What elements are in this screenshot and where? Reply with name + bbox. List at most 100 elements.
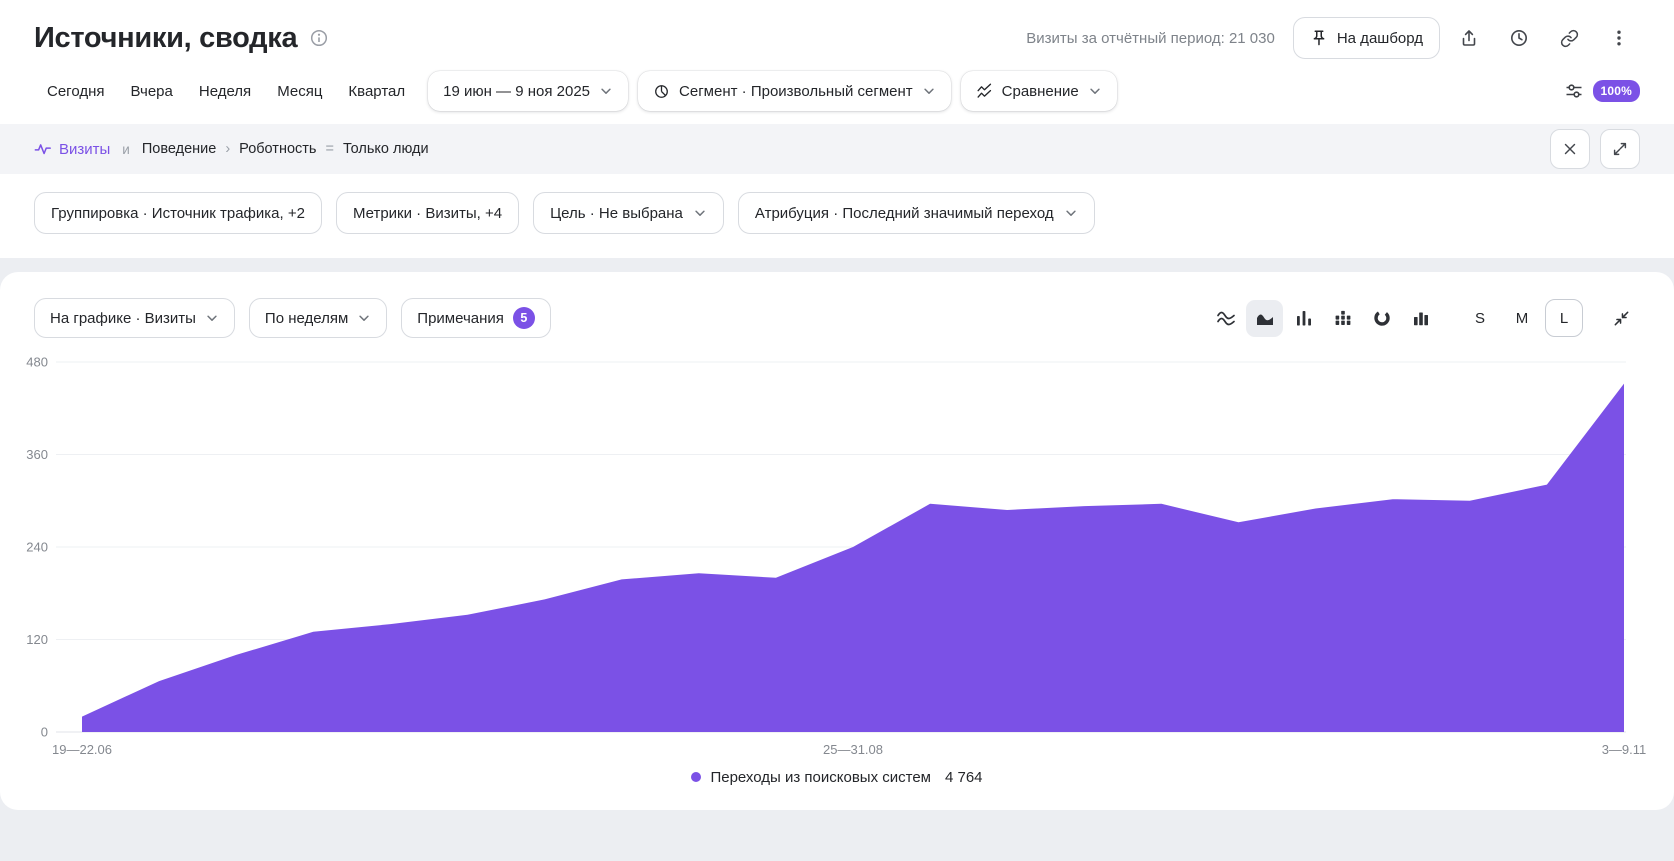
- filter-bar-actions: [1550, 129, 1640, 169]
- pulse-icon: [34, 140, 52, 158]
- bar-chart-icon: [1294, 308, 1314, 328]
- sampling-button[interactable]: 100%: [1564, 80, 1641, 102]
- legend-label: Переходы из поисковых систем: [710, 769, 931, 786]
- size-s-button[interactable]: S: [1461, 299, 1499, 337]
- granularity-dropdown[interactable]: По неделям: [249, 298, 387, 338]
- attribution-chip[interactable]: Атрибуция · Последний значимый переход: [738, 192, 1095, 234]
- filter-conjunction: и: [122, 142, 130, 157]
- filter-bar: Визиты и Поведение › Роботность = Только…: [0, 124, 1674, 174]
- svg-text:0: 0: [41, 725, 48, 740]
- close-filter-button[interactable]: [1550, 129, 1590, 169]
- chart-widget-card: На графике · Визиты По неделям Примечани…: [0, 272, 1674, 810]
- stacked-mode-button[interactable]: [1324, 300, 1361, 337]
- share-icon: [1459, 28, 1479, 48]
- filter-separator: ›: [225, 141, 230, 157]
- visits-metric-link[interactable]: Визиты: [34, 140, 110, 158]
- filter-condition[interactable]: Поведение › Роботность = Только люди: [142, 141, 429, 157]
- bars-mode-button[interactable]: [1285, 300, 1322, 337]
- collapse-icon: [1612, 309, 1631, 328]
- chevron-down-icon: [693, 206, 707, 220]
- visits-period-summary: Визиты за отчётный период: 21 030: [1026, 30, 1275, 47]
- copy-link-icon: [1560, 29, 1579, 48]
- expand-icon: [1611, 140, 1629, 158]
- dashboard-button[interactable]: На дашборд: [1293, 17, 1440, 59]
- traffic-area-chart[interactable]: 012024036048019—22.0625—31.083—9.11: [0, 340, 1674, 760]
- chevron-down-icon: [1064, 206, 1078, 220]
- notes-label: Примечания: [417, 310, 504, 327]
- size-m-button[interactable]: M: [1503, 299, 1541, 337]
- area-mode-button[interactable]: [1246, 300, 1283, 337]
- goal-chip-label: Цель · Не выбрана: [550, 205, 683, 222]
- filter-attribute: Роботность: [239, 141, 316, 157]
- legend-item-search-traffic[interactable]: Переходы из поисковых систем 4 764: [691, 769, 982, 786]
- metrics-chip-label: Метрики · Визиты, +4: [353, 205, 502, 222]
- title-info-button[interactable]: [309, 28, 329, 48]
- chart-toolbar: На графике · Визиты По неделям Примечани…: [0, 272, 1674, 338]
- tab-month[interactable]: Месяц: [264, 73, 335, 110]
- svg-text:3—9.11: 3—9.11: [1602, 742, 1647, 757]
- info-icon: [309, 28, 329, 48]
- close-icon: [1561, 140, 1579, 158]
- tab-quarter[interactable]: Квартал: [335, 73, 418, 110]
- history-button[interactable]: [1498, 17, 1540, 59]
- filter-value: Только люди: [343, 141, 429, 157]
- on-chart-dropdown[interactable]: На графике · Визиты: [34, 298, 235, 338]
- period-toolbar: Сегодня Вчера Неделя Месяц Квартал 19 ию…: [34, 70, 1640, 112]
- lines-mode-button[interactable]: [1207, 300, 1244, 337]
- visits-metric-label: Визиты: [59, 141, 110, 158]
- granularity-label: По неделям: [265, 310, 348, 327]
- notes-count-badge: 5: [513, 307, 535, 329]
- collapse-chart-button[interactable]: [1603, 300, 1640, 337]
- header-actions: Визиты за отчётный период: 21 030 На даш…: [1026, 17, 1640, 59]
- report-top: Источники, сводка Визиты за отчётный пер…: [0, 0, 1674, 124]
- pie-mode-button[interactable]: [1363, 300, 1400, 337]
- comparison-label: Сравнение: [1002, 83, 1079, 100]
- stacked-chart-icon: [1333, 308, 1353, 328]
- chart-view-controls: S M L: [1205, 299, 1640, 337]
- history-icon: [1509, 28, 1529, 48]
- line-chart-icon: [1216, 308, 1236, 328]
- chevron-down-icon: [599, 84, 613, 98]
- tab-week[interactable]: Неделя: [186, 73, 264, 110]
- svg-text:25—31.08: 25—31.08: [823, 742, 883, 757]
- date-range-dropdown[interactable]: 19 июн — 9 ноя 2025: [428, 71, 628, 111]
- share-button[interactable]: [1448, 17, 1490, 59]
- area-chart-icon: [1255, 308, 1275, 328]
- size-l-button[interactable]: L: [1545, 299, 1583, 337]
- copy-link-button[interactable]: [1548, 17, 1590, 59]
- chevron-down-icon: [357, 311, 371, 325]
- report-header: Источники, сводка Визиты за отчётный пер…: [34, 16, 1640, 60]
- filter-group: Поведение: [142, 141, 216, 157]
- svg-text:120: 120: [26, 632, 48, 647]
- tab-yesterday[interactable]: Вчера: [118, 73, 186, 110]
- date-range-label: 19 июн — 9 ноя 2025: [443, 83, 590, 100]
- svg-text:480: 480: [26, 355, 48, 370]
- more-icon: [1609, 28, 1629, 48]
- comparison-dropdown[interactable]: Сравнение: [961, 71, 1117, 111]
- segment-dropdown[interactable]: Сегмент · Произвольный сегмент: [638, 71, 951, 111]
- goal-chip[interactable]: Цель · Не выбрана: [533, 192, 724, 234]
- sampling-badge: 100%: [1593, 80, 1641, 102]
- columns-chart-icon: [1411, 308, 1431, 328]
- comparison-icon: [976, 83, 993, 100]
- notes-button[interactable]: Примечания 5: [401, 298, 551, 338]
- grouping-chip-label: Группировка · Источник трафика, +2: [51, 205, 305, 222]
- columns-mode-button[interactable]: [1402, 300, 1439, 337]
- metrics-chip[interactable]: Метрики · Визиты, +4: [336, 192, 519, 234]
- on-chart-label: На графике · Визиты: [50, 310, 196, 327]
- svg-text:19—22.06: 19—22.06: [52, 742, 112, 757]
- dashboard-button-label: На дашборд: [1337, 30, 1423, 47]
- chart-size-switch: S M L: [1461, 299, 1583, 337]
- svg-text:240: 240: [26, 540, 48, 555]
- segment-icon: [653, 83, 670, 100]
- grouping-chip[interactable]: Группировка · Источник трафика, +2: [34, 192, 322, 234]
- pie-chart-icon: [1372, 308, 1392, 328]
- chevron-down-icon: [205, 311, 219, 325]
- tab-today[interactable]: Сегодня: [34, 73, 118, 110]
- chevron-down-icon: [1088, 84, 1102, 98]
- fullscreen-button[interactable]: [1600, 129, 1640, 169]
- attribution-chip-label: Атрибуция · Последний значимый переход: [755, 205, 1054, 222]
- legend-value: 4 764: [945, 769, 983, 786]
- more-menu-button[interactable]: [1598, 17, 1640, 59]
- segment-label: Сегмент · Произвольный сегмент: [679, 83, 913, 100]
